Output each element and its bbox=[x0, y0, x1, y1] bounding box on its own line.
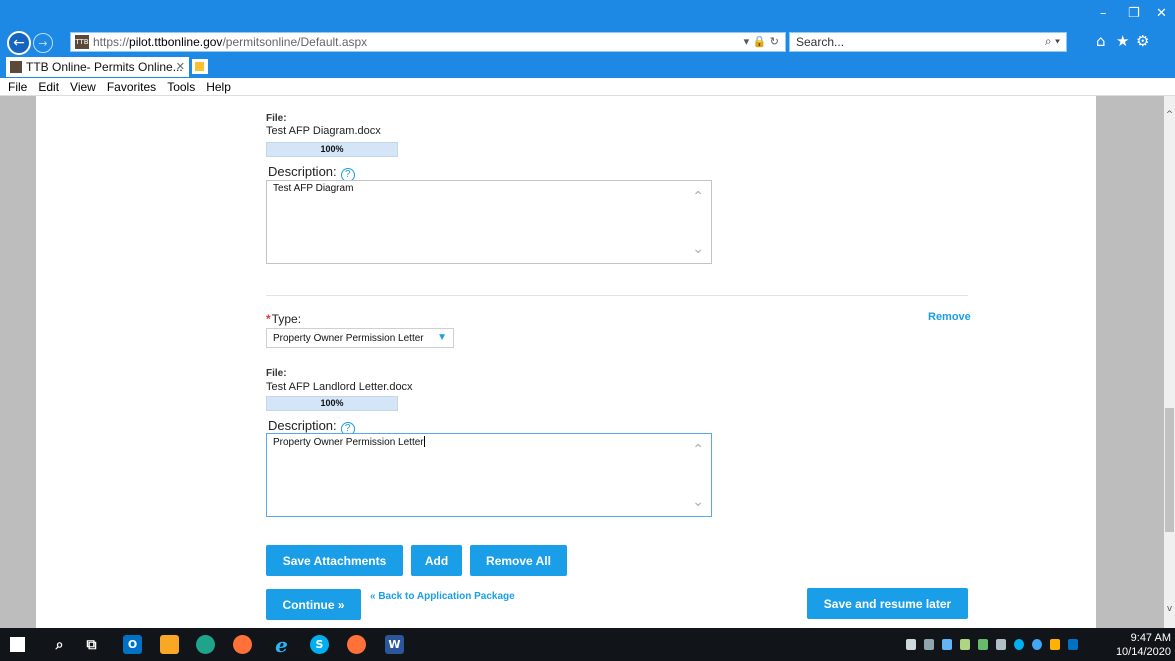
menu-file[interactable]: File bbox=[8, 80, 27, 94]
description-value: Property Owner Permission Letter bbox=[273, 436, 425, 448]
file-explorer-icon[interactable] bbox=[160, 635, 179, 654]
tray-app-icon[interactable] bbox=[1032, 639, 1042, 650]
scroll-down-icon[interactable]: v bbox=[1164, 604, 1175, 614]
clock-time: 9:47 AM bbox=[1130, 632, 1171, 644]
tray-network-icon[interactable] bbox=[942, 639, 952, 650]
home-icon[interactable]: ⌂ bbox=[1096, 32, 1106, 50]
scroll-down-icon[interactable]: ⌄ bbox=[692, 241, 704, 257]
task-view-icon[interactable]: ⧉ bbox=[82, 635, 101, 654]
url-scheme: https:// bbox=[93, 35, 130, 49]
file-label: File: bbox=[266, 368, 287, 379]
favorites-star-icon[interactable]: ★ bbox=[1116, 32, 1129, 50]
close-icon[interactable]: ✕ bbox=[1156, 6, 1167, 21]
minimize-icon[interactable]: – bbox=[1100, 6, 1107, 21]
outlook-icon[interactable]: O bbox=[123, 635, 142, 654]
menu-tools[interactable]: Tools bbox=[167, 80, 195, 94]
firefox-icon[interactable] bbox=[233, 635, 252, 654]
search-input[interactable]: Search... ⌕ ▾ bbox=[789, 32, 1067, 52]
page-content: File: Test AFP Diagram.docx 100% Descrip… bbox=[0, 96, 1164, 628]
tray-volume-icon[interactable] bbox=[996, 639, 1006, 650]
description-value-text: Property Owner Permission Letter bbox=[273, 437, 424, 448]
search-icon[interactable]: ⌕ ▾ bbox=[1045, 34, 1060, 49]
windows-taskbar: ⌕ ⧉ O e S W 9:47 AM 10/14/2020 bbox=[0, 628, 1175, 661]
tab-ttb-online[interactable]: TTB Online- Permits Online... ✕ bbox=[6, 57, 189, 77]
upload-progress-bar: 100% bbox=[266, 142, 398, 157]
lock-refresh-icon[interactable]: ▾ 🔒 ↻ bbox=[744, 35, 779, 48]
divider bbox=[266, 295, 968, 296]
type-label-text: Type: bbox=[271, 312, 302, 326]
description-label-text: Description: bbox=[268, 418, 337, 433]
tray-battery-icon[interactable] bbox=[906, 639, 916, 650]
browser-title-bar: ← → TTB https://pilot.ttbonline.gov/perm… bbox=[0, 0, 1175, 56]
upload-progress-text: 100% bbox=[320, 398, 344, 408]
upload-progress-bar: 100% bbox=[266, 396, 398, 411]
file-name: Test AFP Diagram.docx bbox=[266, 125, 381, 137]
scroll-down-icon[interactable]: ⌄ bbox=[692, 494, 704, 510]
site-favicon-icon: TTB bbox=[75, 35, 89, 49]
back-arrow-icon[interactable]: ← bbox=[7, 31, 31, 55]
required-marker: * bbox=[266, 312, 271, 326]
restore-icon[interactable]: ❐ bbox=[1128, 6, 1140, 21]
menu-help[interactable]: Help bbox=[206, 80, 231, 94]
url-path: /permitsonline/Default.aspx bbox=[222, 35, 368, 49]
menu-favorites[interactable]: Favorites bbox=[107, 80, 156, 94]
search-icon[interactable]: ⌕ bbox=[50, 635, 69, 654]
tray-edit-icon[interactable] bbox=[960, 639, 970, 650]
tray-usb-icon[interactable] bbox=[924, 639, 934, 650]
scroll-up-icon[interactable]: ⌃ bbox=[692, 442, 704, 458]
scroll-up-icon[interactable]: ^ bbox=[1164, 110, 1175, 120]
file-label: File: bbox=[266, 113, 287, 124]
taskbar-clock[interactable]: 9:47 AM 10/14/2020 bbox=[1116, 631, 1171, 659]
tab-favicon-icon bbox=[10, 61, 22, 73]
address-bar[interactable]: TTB https://pilot.ttbonline.gov/permitso… bbox=[70, 32, 786, 52]
file-name: Test AFP Landlord Letter.docx bbox=[266, 381, 413, 393]
gear-icon[interactable]: ⚙ bbox=[1136, 32, 1149, 50]
description-value: Test AFP Diagram bbox=[273, 183, 354, 194]
tray-star-icon[interactable] bbox=[1050, 639, 1060, 650]
back-to-application-link[interactable]: « Back to Application Package bbox=[370, 591, 515, 602]
scroll-up-icon[interactable]: ⌃ bbox=[692, 189, 704, 205]
scroll-thumb[interactable] bbox=[1165, 408, 1174, 532]
text-caret bbox=[423, 436, 425, 447]
edge-browser-icon[interactable] bbox=[196, 635, 215, 654]
remove-link[interactable]: Remove bbox=[928, 311, 971, 323]
page-scrollbar[interactable]: ^ v bbox=[1164, 96, 1175, 628]
url-host: pilot.ttbonline.gov bbox=[129, 35, 223, 49]
description-textarea[interactable]: Property Owner Permission Letter ⌃ ⌄ bbox=[266, 433, 712, 517]
tab-title: TTB Online- Permits Online... bbox=[26, 60, 183, 74]
tab-row: TTB Online- Permits Online... ✕ bbox=[0, 56, 1175, 78]
type-label: *Type: bbox=[266, 312, 301, 326]
new-tab-icon[interactable] bbox=[192, 59, 208, 74]
remove-all-button[interactable]: Remove All bbox=[470, 545, 567, 576]
tray-outlook-icon[interactable] bbox=[1068, 639, 1078, 650]
type-select-value: Property Owner Permission Letter bbox=[273, 333, 424, 344]
tray-skype-icon[interactable] bbox=[1014, 639, 1024, 650]
type-select[interactable]: Property Owner Permission Letter ▼ bbox=[266, 328, 454, 348]
right-gutter bbox=[1096, 96, 1164, 628]
tray-shield-icon[interactable] bbox=[978, 639, 988, 650]
add-button[interactable]: Add bbox=[411, 545, 462, 576]
menu-bar: File Edit View Favorites Tools Help bbox=[0, 78, 1175, 96]
skype-icon[interactable]: S bbox=[310, 635, 329, 654]
left-gutter bbox=[0, 96, 36, 628]
windows-start-icon[interactable] bbox=[10, 637, 25, 652]
chevron-down-icon: ▼ bbox=[437, 332, 447, 343]
continue-button[interactable]: Continue » bbox=[266, 589, 361, 620]
search-placeholder: Search... bbox=[796, 35, 845, 49]
forward-arrow-icon[interactable]: → bbox=[33, 33, 53, 53]
menu-edit[interactable]: Edit bbox=[38, 80, 59, 94]
firefox-icon[interactable] bbox=[347, 635, 366, 654]
description-label-text: Description: bbox=[268, 164, 337, 179]
upload-progress-text: 100% bbox=[320, 144, 344, 154]
save-and-resume-later-button[interactable]: Save and resume later bbox=[807, 588, 968, 619]
save-attachments-button[interactable]: Save Attachments bbox=[266, 545, 403, 576]
description-textarea[interactable]: Test AFP Diagram ⌃ ⌄ bbox=[266, 180, 712, 264]
clock-date: 10/14/2020 bbox=[1115, 646, 1171, 658]
internet-explorer-icon[interactable]: e bbox=[272, 633, 291, 657]
menu-view[interactable]: View bbox=[70, 80, 96, 94]
close-tab-icon[interactable]: ✕ bbox=[176, 60, 185, 73]
word-icon[interactable]: W bbox=[385, 635, 404, 654]
